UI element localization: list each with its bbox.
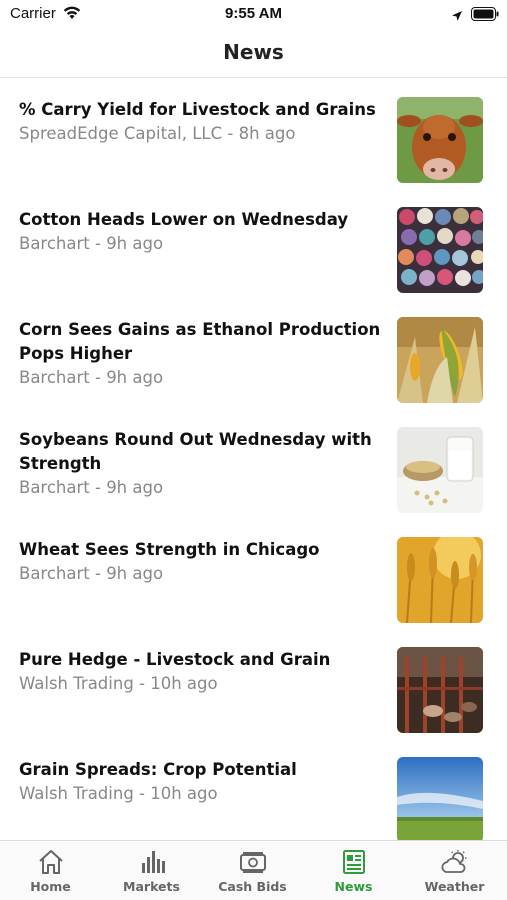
tab-weather[interactable]: Weather — [404, 841, 505, 900]
soybeans-milk-photo — [397, 427, 483, 513]
news-meta: Barchart - 9h ago — [19, 478, 164, 497]
news-text: Cotton Heads Lower on Wednesday Barchart… — [19, 208, 381, 256]
news-text: Grain Spreads: Crop Potential Walsh Trad… — [19, 758, 381, 806]
news-title: Corn Sees Gains as Ethanol Production Po… — [19, 320, 381, 363]
news-item[interactable]: Cotton Heads Lower on Wednesday Barchart… — [0, 189, 507, 299]
news-item[interactable]: Wheat Sees Strength in Chicago Barchart … — [0, 519, 507, 629]
news-meta: Walsh Trading - 10h ago — [19, 674, 218, 693]
news-title: Wheat Sees Strength in Chicago — [19, 540, 320, 559]
tab-label: Home — [30, 879, 71, 894]
field-sky-photo — [397, 757, 483, 840]
weather-icon — [440, 849, 470, 875]
status-bar: Carrier 9:55 AM — [0, 0, 507, 30]
news-item[interactable]: Corn Sees Gains as Ethanol Production Po… — [0, 299, 507, 409]
news-list[interactable]: % Carry Yield for Livestock and Grains S… — [0, 79, 507, 840]
nav-header: News — [0, 30, 507, 78]
tab-label: Markets — [123, 879, 180, 894]
news-item[interactable]: % Carry Yield for Livestock and Grains S… — [0, 79, 507, 189]
news-title: Soybeans Round Out Wednesday with Streng… — [19, 430, 372, 473]
cow-photo — [397, 97, 483, 183]
news-item[interactable]: Pure Hedge - Livestock and Grain Walsh T… — [0, 629, 507, 739]
tab-label: News — [334, 879, 373, 894]
tab-bar: Home Markets Cash Bids News Weather — [0, 840, 507, 900]
corn-photo — [397, 317, 483, 403]
tab-news[interactable]: News — [303, 841, 404, 900]
wheat-photo — [397, 537, 483, 623]
tab-markets[interactable]: Markets — [101, 841, 202, 900]
news-item[interactable]: Grain Spreads: Crop Potential Walsh Trad… — [0, 739, 507, 840]
fabric-rolls-photo — [397, 207, 483, 293]
tab-label: Cash Bids — [218, 879, 287, 894]
battery-icon — [471, 6, 499, 25]
news-title: % Carry Yield for Livestock and Grains — [19, 100, 376, 119]
news-title: Pure Hedge - Livestock and Grain — [19, 650, 331, 669]
barn-photo — [397, 647, 483, 733]
tab-label: Weather — [424, 879, 485, 894]
news-item[interactable]: Soybeans Round Out Wednesday with Streng… — [0, 409, 507, 519]
news-meta: Barchart - 9h ago — [19, 234, 164, 253]
news-meta: SpreadEdge Capital, LLC - 8h ago — [19, 124, 296, 143]
news-text: Soybeans Round Out Wednesday with Streng… — [19, 428, 381, 500]
bar-chart-icon — [137, 849, 167, 875]
home-icon — [36, 849, 66, 875]
tab-home[interactable]: Home — [0, 841, 101, 900]
news-meta: Walsh Trading - 10h ago — [19, 784, 218, 803]
news-text: Pure Hedge - Livestock and Grain Walsh T… — [19, 648, 381, 696]
news-meta: Barchart - 9h ago — [19, 368, 164, 387]
page-title: News — [223, 40, 284, 64]
newspaper-icon — [339, 849, 369, 875]
tab-cash-bids[interactable]: Cash Bids — [202, 841, 303, 900]
news-meta: Barchart - 9h ago — [19, 564, 164, 583]
cash-icon — [238, 849, 268, 875]
news-text: Corn Sees Gains as Ethanol Production Po… — [19, 318, 381, 390]
news-text: % Carry Yield for Livestock and Grains S… — [19, 98, 381, 146]
news-text: Wheat Sees Strength in Chicago Barchart … — [19, 538, 381, 586]
clock-time: 9:55 AM — [225, 5, 282, 22]
news-title: Grain Spreads: Crop Potential — [19, 760, 297, 779]
news-title: Cotton Heads Lower on Wednesday — [19, 210, 349, 229]
location-arrow-icon — [451, 7, 463, 26]
